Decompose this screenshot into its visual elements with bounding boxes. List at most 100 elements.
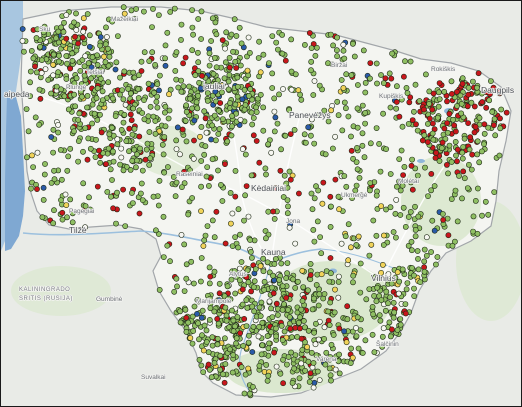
site-marker[interactable] [292,240,299,247]
site-marker[interactable] [247,237,253,243]
site-marker[interactable] [209,122,216,129]
map-view[interactable]: aipeda Sku Mažeikiai Plungė Telšiai iaul… [0,0,522,407]
site-marker[interactable] [208,136,214,143]
site-marker[interactable] [183,138,190,145]
site-marker[interactable] [63,35,70,42]
site-marker[interactable] [86,43,93,50]
site-marker[interactable] [347,244,354,251]
site-marker[interactable] [316,291,323,297]
site-marker[interactable] [215,167,221,174]
site-marker[interactable] [243,297,250,303]
site-marker[interactable] [209,334,216,341]
site-marker[interactable] [340,85,347,91]
site-marker[interactable] [393,83,400,90]
site-marker[interactable] [420,106,427,113]
site-marker[interactable] [160,213,167,220]
site-marker[interactable] [221,379,228,386]
site-marker[interactable] [208,38,214,44]
site-marker[interactable] [390,314,397,321]
site-marker[interactable] [423,234,430,241]
site-marker[interactable] [273,325,279,332]
site-marker[interactable] [469,151,476,158]
site-marker[interactable] [20,48,27,55]
site-marker[interactable] [25,128,32,135]
site-marker[interactable] [349,40,356,47]
site-marker[interactable] [295,319,302,326]
site-marker[interactable] [279,283,286,289]
site-marker[interactable] [173,179,180,186]
site-marker[interactable] [80,28,87,35]
site-marker[interactable] [137,145,143,152]
site-marker[interactable] [213,208,220,215]
site-marker[interactable] [50,61,56,68]
site-marker[interactable] [128,190,135,196]
site-marker[interactable] [69,57,76,64]
site-marker[interactable] [150,6,156,12]
site-marker[interactable] [62,191,69,198]
site-marker[interactable] [380,80,387,86]
site-marker[interactable] [219,198,226,204]
site-marker[interactable] [342,233,349,240]
site-marker[interactable] [454,158,460,165]
site-marker[interactable] [140,8,147,15]
site-marker[interactable] [37,43,43,50]
site-marker[interactable] [231,16,238,23]
site-marker[interactable] [284,270,290,277]
site-marker[interactable] [369,303,376,310]
site-marker[interactable] [242,192,248,199]
site-marker[interactable] [239,96,246,103]
site-marker[interactable] [278,146,284,153]
site-marker[interactable] [284,260,291,266]
site-marker[interactable] [102,59,109,65]
site-marker[interactable] [94,85,101,92]
site-marker[interactable] [335,294,342,301]
site-marker[interactable] [268,305,274,312]
site-marker[interactable] [197,278,204,285]
site-marker[interactable] [167,258,173,265]
site-marker[interactable] [470,213,477,220]
site-marker[interactable] [277,167,284,174]
site-marker[interactable] [265,372,272,379]
site-marker[interactable] [180,83,187,90]
site-marker[interactable] [204,90,211,96]
site-marker[interactable] [301,324,308,331]
site-marker[interactable] [373,60,380,67]
site-marker[interactable] [443,161,450,168]
site-marker[interactable] [359,102,366,109]
site-marker[interactable] [84,93,91,99]
site-marker[interactable] [141,97,147,103]
site-marker[interactable] [327,255,334,261]
site-marker[interactable] [201,108,208,115]
site-marker[interactable] [285,306,291,313]
site-marker[interactable] [248,172,255,179]
site-marker[interactable] [269,33,276,39]
site-marker[interactable] [281,172,288,179]
site-marker[interactable] [265,208,272,215]
site-marker[interactable] [245,72,252,79]
site-marker[interactable] [206,264,213,271]
site-marker[interactable] [311,78,318,84]
site-marker[interactable] [150,193,157,200]
site-marker[interactable] [91,110,98,117]
site-marker[interactable] [367,180,374,186]
site-marker[interactable] [203,339,210,345]
site-marker[interactable] [250,323,257,330]
site-marker[interactable] [211,268,218,275]
site-marker[interactable] [310,226,317,233]
site-marker[interactable] [312,320,319,327]
site-marker[interactable] [126,148,132,155]
site-marker[interactable] [118,126,125,133]
site-marker[interactable] [386,319,393,326]
site-marker[interactable] [193,99,200,106]
site-marker[interactable] [287,176,294,183]
site-marker[interactable] [332,286,338,293]
site-marker[interactable] [73,27,80,33]
site-marker[interactable] [362,80,369,86]
site-marker[interactable] [297,91,303,98]
site-marker[interactable] [281,301,287,308]
site-marker[interactable] [57,146,64,153]
site-marker[interactable] [295,190,302,197]
site-marker[interactable] [429,217,436,224]
site-marker[interactable] [382,307,389,314]
site-marker[interactable] [369,331,376,338]
